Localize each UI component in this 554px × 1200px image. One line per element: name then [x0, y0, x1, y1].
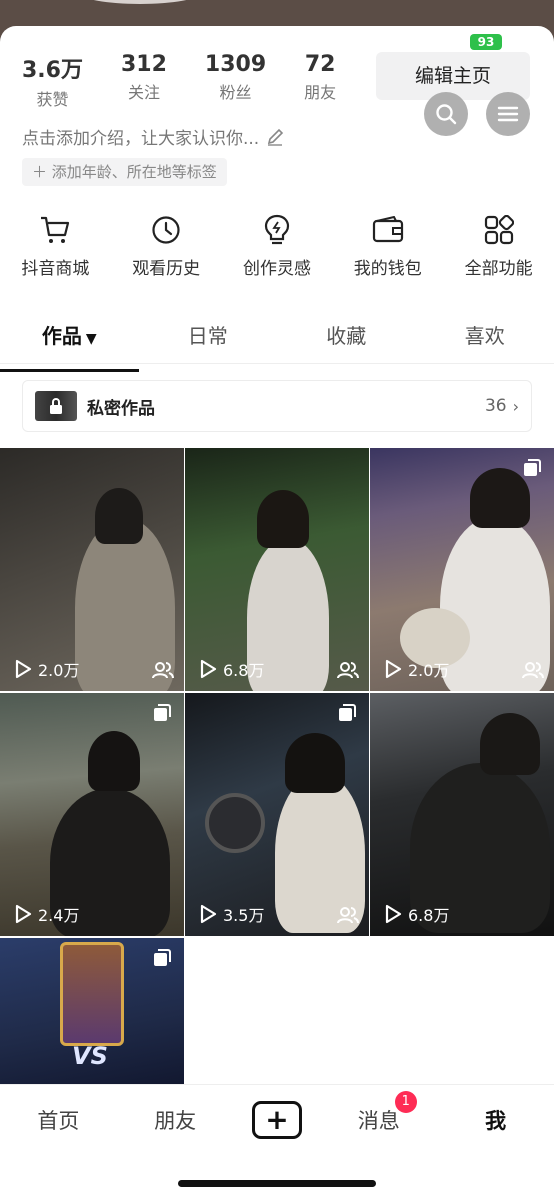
plus-icon: ＋ [32, 163, 52, 181]
multi-image-icon [154, 949, 171, 966]
search-icon [436, 104, 457, 125]
add-tags-button[interactable]: ＋ 添加年龄、所在地等标签 [22, 158, 227, 186]
tab-label: 作品 [41, 324, 82, 348]
nav-home[interactable]: 首页 [18, 1105, 98, 1135]
function-label: 抖音商城 [21, 259, 90, 279]
function-shop[interactable]: 抖音商城 [5, 212, 105, 279]
friends-icon [152, 662, 174, 679]
menu-button[interactable] [486, 92, 530, 136]
function-wallet[interactable]: 我的钱包 [338, 212, 438, 279]
video-thumbnail[interactable]: 2.4万 [0, 693, 184, 936]
play-count-text: 6.8万 [408, 906, 450, 925]
friends-icon [337, 907, 359, 924]
bottom-nav: 首页 朋友 + 消息 1 我 [0, 1084, 554, 1154]
stat-following[interactable]: 312 关注 [121, 52, 167, 110]
friends-icon [337, 662, 359, 679]
play-count-text: 2.0万 [408, 661, 450, 680]
lock-icon [50, 398, 62, 414]
stat-value: 72 [304, 52, 336, 77]
caret-down-icon: ▼ [85, 331, 97, 347]
nav-me[interactable]: 我 [456, 1105, 536, 1135]
bio-text: 点击添加介绍，让大家认识你... [22, 129, 260, 149]
play-count-text: 2.0万 [38, 661, 80, 680]
multi-image-icon [154, 704, 171, 721]
play-icon [385, 904, 402, 924]
play-count: 6.8万 [384, 902, 449, 926]
play-count: 2.4万 [14, 902, 79, 926]
stat-followers[interactable]: 1309 粉丝 [205, 52, 266, 110]
stat-likes[interactable]: 3.6万 获赞 [22, 52, 83, 110]
play-count-text: 2.4万 [38, 906, 80, 925]
function-label: 观看历史 [132, 259, 201, 279]
tab-works[interactable]: 作品 ▼ [0, 316, 139, 372]
play-count: 6.8万 [199, 657, 264, 681]
multi-image-icon [524, 459, 541, 476]
function-all[interactable]: 全部功能 [449, 212, 549, 279]
wallet-icon [372, 216, 403, 243]
menu-icon [497, 106, 519, 122]
video-thumbnail[interactable]: VS [0, 938, 184, 1084]
stat-value: 312 [120, 52, 167, 77]
play-count: 3.5万 [199, 902, 264, 926]
play-icon [385, 659, 402, 679]
play-count-text: 6.8万 [223, 661, 265, 680]
grid-icon [484, 215, 514, 245]
private-works-count: 36 [484, 396, 507, 416]
function-label: 我的钱包 [353, 259, 422, 279]
search-button[interactable] [424, 92, 468, 136]
play-icon [200, 904, 217, 924]
video-thumbnail[interactable]: 3.5万 [185, 693, 369, 936]
avatar-edge [80, 0, 200, 4]
play-count: 2.0万 [14, 657, 79, 681]
battery-indicator: 93 [470, 34, 502, 50]
clock-icon [152, 216, 180, 244]
notification-badge: 1 [394, 1090, 417, 1113]
video-thumbnail[interactable]: 6.8万 [185, 448, 369, 691]
pencil-icon [268, 128, 284, 146]
multi-image-icon [339, 704, 356, 721]
function-label: 全部功能 [464, 259, 533, 279]
stat-friends[interactable]: 72 朋友 [304, 52, 336, 110]
tab-daily[interactable]: 日常 [139, 316, 278, 363]
function-row: 抖音商城 观看历史 创作灵感 我的钱包 全部功能 [0, 212, 554, 279]
profile-stats: 3.6万 获赞 312 关注 1309 粉丝 72 朋友 [22, 52, 374, 110]
home-indicator [178, 1180, 376, 1187]
private-thumbnail [35, 391, 77, 421]
lightbulb-icon [264, 214, 290, 245]
create-button[interactable]: + [251, 1100, 302, 1139]
chevron-right-icon: › [512, 396, 519, 416]
nav-label: 消息 [357, 1108, 400, 1133]
function-inspiration[interactable]: 创作灵感 [227, 212, 327, 279]
stat-label: 朋友 [304, 83, 337, 102]
play-icon [15, 659, 32, 679]
tab-likes[interactable]: 喜欢 [416, 316, 554, 363]
function-label: 创作灵感 [242, 259, 311, 279]
stat-label: 粉丝 [219, 83, 252, 102]
play-icon [15, 904, 32, 924]
game-vs-text: VS [72, 1042, 108, 1070]
bio-placeholder[interactable]: 点击添加介绍，让大家认识你... [22, 124, 285, 149]
private-works-label: 私密作品 [87, 398, 155, 419]
nav-messages[interactable]: 消息 1 [339, 1090, 419, 1135]
tag-label: 添加年龄、所在地等标签 [51, 163, 217, 181]
stat-label: 关注 [127, 83, 160, 102]
play-count-text: 3.5万 [223, 906, 265, 925]
function-history[interactable]: 观看历史 [116, 212, 216, 279]
play-icon [200, 659, 217, 679]
nav-friends[interactable]: 朋友 [135, 1105, 215, 1135]
stat-value: 1309 [204, 52, 267, 77]
video-thumbnail[interactable]: 2.0万 [0, 448, 184, 691]
friends-icon [522, 662, 544, 679]
stat-label: 获赞 [36, 90, 69, 109]
private-works-row[interactable]: 私密作品 36 › [22, 380, 532, 432]
cart-icon [41, 216, 70, 243]
content-tabs: 作品 ▼ 日常 收藏 喜欢 [0, 316, 554, 372]
play-count: 2.0万 [384, 657, 449, 681]
video-thumbnail[interactable]: 6.8万 [370, 693, 554, 936]
stat-value: 3.6万 [22, 58, 83, 83]
tab-favorites[interactable]: 收藏 [277, 316, 416, 363]
video-thumbnail[interactable]: 2.0万 [370, 448, 554, 691]
